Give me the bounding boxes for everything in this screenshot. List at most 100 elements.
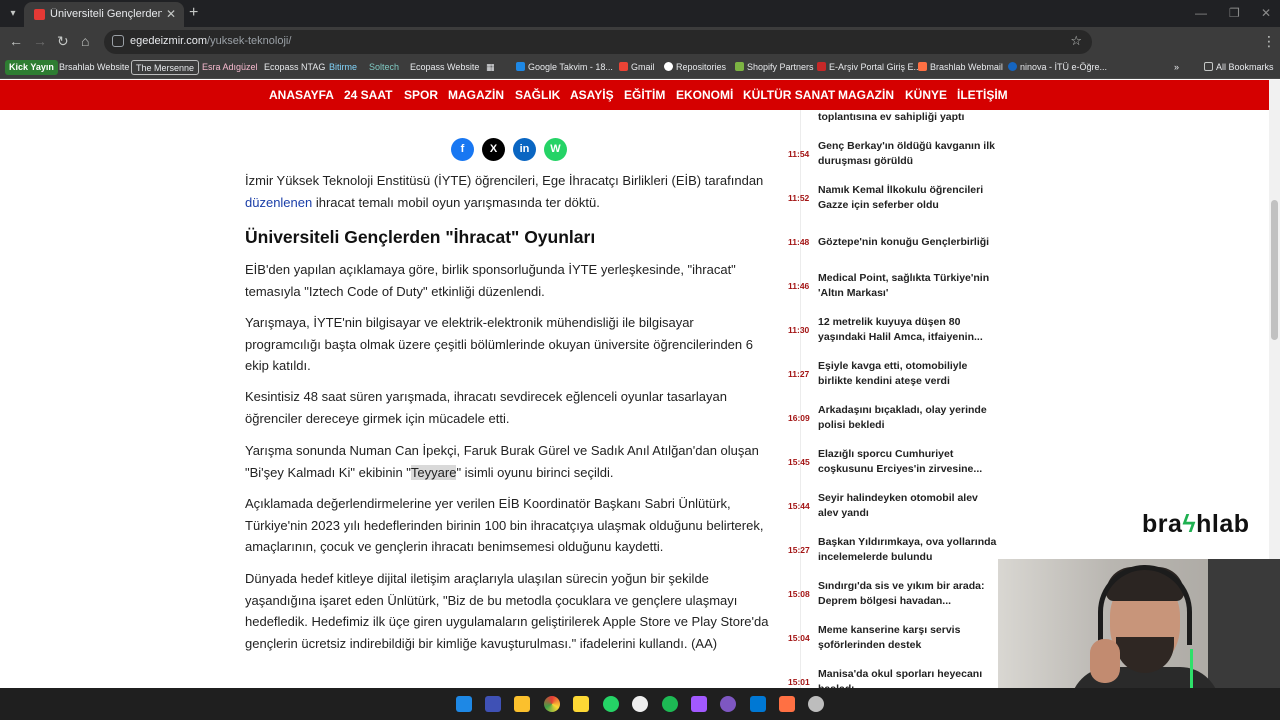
back-icon[interactable]: ← [9,33,23,49]
nav-kultur-sanat[interactable]: KÜLTÜR SANAT [743,88,835,102]
bookmark-ninova[interactable]: ninova - İTÜ e-Öğre... [1004,60,1111,75]
news-item-title[interactable]: Eşiyle kavga etti, otomobiliyle birlikte… [818,359,1000,389]
bookmark-e-arsiv[interactable]: E-Arşiv Portal Giriş E... [813,60,925,75]
file-explorer-icon[interactable] [514,696,530,712]
bookmark-gmail[interactable]: Gmail [615,60,659,75]
all-bookmarks[interactable]: All Bookmarks [1200,60,1278,75]
bookmark-brsahlab[interactable]: Brsahlab Website [55,60,133,75]
news-item-time: 15:01 [788,677,810,687]
nav-magazin[interactable]: MAGAZİN [448,88,504,102]
calendar-icon [516,62,525,71]
news-item-time: 11:54 [788,149,810,159]
chatgpt-icon[interactable] [632,696,648,712]
shopify-icon [735,62,744,71]
github-desktop-icon[interactable] [720,696,736,712]
bookmark-ecopass-website[interactable]: Ecopass Website [406,60,483,75]
news-item-time: 15:45 [788,457,810,467]
scroll-thumb[interactable] [1271,200,1278,340]
news-item-title[interactable]: toplantısına ev sahipliği yaptı [818,110,1000,125]
apps-grid-icon[interactable]: ▦ [482,60,499,75]
bookmark-brashlab-webmail[interactable]: Brashlab Webmail [914,60,1007,75]
more-bookmarks-icon[interactable]: » [1170,60,1183,75]
news-item-title[interactable]: Seyir halindeyken otomobil alev alev yan… [818,491,1000,521]
site-navigation: ANASAYFA 24 SAAT SPOR MAGAZİN SAĞLIK ASA… [0,80,1269,110]
minimize-icon[interactable]: — [1195,6,1207,20]
article-paragraph-2: Yarışmaya, İYTE'nin bilgisayar ve elektr… [245,315,753,373]
reload-icon[interactable]: ↻ [57,33,69,50]
url-text: egedeizmir.com/yuksek-teknoloji/ [130,35,291,47]
facebook-share-icon[interactable]: f [451,138,474,161]
nav-egitim[interactable]: EĞİTİM [624,88,665,102]
news-item-title[interactable]: Sındırgı'da sis ve yıkım bir arada: Depr… [818,579,1000,609]
bookmark-kick[interactable]: Kick Yayın [5,60,58,75]
bookmark-shopify[interactable]: Shopify Partners [731,60,818,75]
nav-iletisim[interactable]: İLETİŞİM [957,88,1008,102]
linkedin-share-icon[interactable]: in [513,138,536,161]
close-tab-icon[interactable]: ✕ [166,7,176,21]
article-heading: Üniversiteli Gençlerden "İhracat" Oyunla… [245,227,596,247]
folder-icon [1204,62,1213,71]
forward-icon[interactable]: → [33,33,47,49]
new-tab-icon[interactable]: + [189,4,198,22]
url-domain: egedeizmir.com [130,35,208,47]
news-item-title[interactable]: Genç Berkay'ın öldüğü kavganın ilk duruş… [818,139,1000,169]
browser-menu-icon[interactable]: ⋮ [1262,33,1276,50]
nav-ekonomi[interactable]: EKONOMİ [676,88,733,102]
bookmark-star-icon[interactable]: ☆ [1070,33,1082,49]
x-share-icon[interactable]: X [482,138,505,161]
obs-icon[interactable] [808,696,824,712]
figma-icon[interactable] [691,696,707,712]
bookmark-esra[interactable]: Esra Adıgüzel [198,60,262,75]
article-paragraph-1: EİB'den yapılan açıklamaya göre, birlik … [245,262,736,299]
nav-spor[interactable]: SPOR [404,88,438,102]
sticky-notes-icon[interactable] [573,696,589,712]
news-item-time: 11:46 [788,281,810,291]
close-window-icon[interactable]: ✕ [1261,6,1271,20]
intro-text-end: ihracat temalı mobil oyun yarışmasında t… [312,194,600,210]
news-item-title[interactable]: Başkan Yıldırımkaya, ova yollarında ince… [818,535,1000,565]
maximize-icon[interactable]: ❐ [1229,6,1240,20]
widgets-icon[interactable] [485,696,501,712]
news-item-title[interactable]: Arkadaşını bıçakladı, olay yerinde polis… [818,403,1000,433]
bookmark-mersenne[interactable]: The Mersenne [131,60,200,75]
whatsapp-share-icon[interactable]: W [544,138,567,161]
news-item-title[interactable]: Göztepe'nin konuğu Gençlerbirliği [818,235,1000,250]
bookmark-soltech[interactable]: Soltech [365,60,403,75]
brashlab-logo: braϟhlab [1142,510,1250,539]
tab-search-icon[interactable]: ▾ [4,5,22,23]
start-menu-icon[interactable] [456,696,472,712]
github-icon [664,62,673,71]
nav-kunye[interactable]: KÜNYE [905,88,947,102]
news-item-title[interactable]: Namık Kemal İlkokulu öğrencileri Gazze i… [818,183,1000,213]
news-item-title[interactable]: 12 metrelik kuyuya düşen 80 yaşındaki Ha… [818,315,1000,345]
address-bar[interactable]: egedeizmir.com/yuksek-teknoloji/ ☆ [104,30,1092,54]
vscode-icon[interactable] [750,696,766,712]
article-paragraph-4: Yarışma sonunda Numan Can İpekçi, Faruk … [245,440,773,483]
nav-saglik[interactable]: SAĞLIK [515,88,560,102]
chrome-icon[interactable] [544,696,560,712]
nav-24-saat[interactable]: 24 SAAT [344,88,392,102]
bookmark-bitirme[interactable]: Bitirme [325,60,361,75]
windows-taskbar [0,688,1280,720]
news-item-time: 15:04 [788,633,810,643]
active-tab[interactable]: Üniversiteli Gençlerden "İhracat" Oyunla… [24,2,184,27]
xampp-icon[interactable] [779,696,795,712]
nav-anasayfa[interactable]: ANASAYFA [269,88,334,102]
nav-magazin-2[interactable]: MAGAZİN [838,88,894,102]
site-info-icon[interactable] [112,35,124,47]
spotify-icon[interactable] [662,696,678,712]
article-link[interactable]: düzenlenen [245,195,312,210]
whatsapp-icon[interactable] [603,696,619,712]
home-icon[interactable]: ⌂ [81,33,89,49]
bookmark-ecopass-ntag[interactable]: Ecopass NTAG [260,60,329,75]
bookmark-google-calendar[interactable]: Google Takvim - 18... [512,60,617,75]
lightning-bolt-icon: ϟ [1182,510,1197,538]
tab-title: Üniversiteli Gençlerden "İhracat" Oyunla… [50,8,162,20]
nav-asayis[interactable]: ASAYİŞ [570,88,614,102]
bookmark-repositories[interactable]: Repositories [660,60,730,75]
news-item-title[interactable]: Elazığlı sporcu Cumhuriyet coşkusunu Erc… [818,447,1000,477]
news-item-title[interactable]: Meme kanserine karşı servis şoförlerinde… [818,623,1000,653]
news-item-title[interactable]: Manisa'da okul sporları heyecanı başladı [818,667,1000,688]
news-item-title[interactable]: Medical Point, sağlıkta Türkiye'nin 'Alt… [818,271,1000,301]
brand-text-left: bra [1142,510,1183,538]
